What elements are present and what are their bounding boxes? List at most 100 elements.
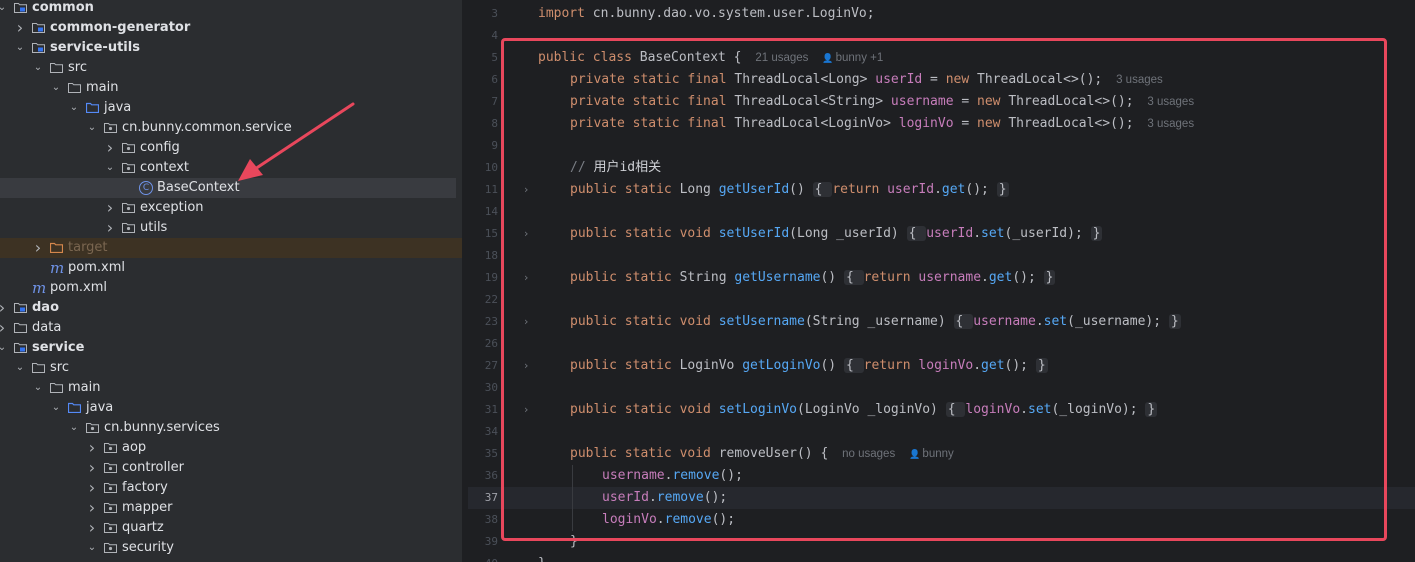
tree-item[interactable]: m pom.xml	[0, 258, 462, 278]
chevron-right-icon[interactable]: ›	[14, 18, 26, 38]
package-icon	[104, 542, 117, 553]
chevron-right-icon[interactable]: ›	[86, 438, 98, 458]
tree-item[interactable]: › aop	[0, 438, 462, 458]
chevron-right-icon[interactable]: ›	[0, 318, 8, 338]
tree-item[interactable]: m pom.xml	[0, 278, 462, 298]
line-number: 30	[484, 381, 498, 394]
source-folder-icon	[86, 102, 99, 113]
excluded-folder-icon	[50, 242, 63, 253]
tree-item-label: context	[140, 160, 189, 175]
maven-icon: m	[32, 279, 47, 297]
line-number: 3	[491, 7, 498, 20]
module-folder-icon	[32, 22, 45, 33]
tree-item-label: config	[140, 140, 180, 155]
chevron-down-icon[interactable]: ⌄	[50, 78, 62, 98]
chevron-right-icon[interactable]: ›	[86, 518, 98, 538]
folder-icon	[68, 82, 81, 93]
tree-item[interactable]: › exception	[0, 198, 462, 218]
tree-item-label: controller	[122, 460, 185, 475]
tree-item[interactable]: C BaseContext	[0, 178, 456, 198]
tree-item-label: java	[104, 100, 132, 115]
tree-item[interactable]: ⌄ service	[0, 338, 462, 358]
line-number: 27	[484, 359, 498, 372]
line-number: 40	[468, 553, 498, 562]
chevron-right-icon[interactable]: ›	[86, 478, 98, 498]
chevron-down-icon[interactable]: ⌄	[104, 158, 116, 178]
tree-item[interactable]: › controller	[0, 458, 462, 478]
module-folder-icon	[14, 2, 27, 13]
tree-item[interactable]: › quartz	[0, 518, 462, 538]
tree-item-label: cn.bunny.services	[104, 420, 220, 435]
chevron-right-icon[interactable]: ›	[0, 298, 8, 318]
package-icon	[86, 422, 99, 433]
chevron-down-icon[interactable]: ⌄	[86, 538, 98, 558]
chevron-right-icon[interactable]: ›	[32, 238, 44, 258]
folder-icon	[50, 382, 63, 393]
package-icon	[104, 482, 117, 493]
tree-item-label: main	[68, 380, 101, 395]
chevron-down-icon[interactable]: ⌄	[86, 118, 98, 138]
chevron-down-icon[interactable]: ⌄	[68, 418, 80, 438]
tree-item[interactable]: › target	[0, 238, 462, 258]
package-icon	[122, 222, 135, 233]
tree-item[interactable]: › utils	[0, 218, 462, 238]
line-number: 23	[484, 315, 498, 328]
tree-item[interactable]: ⌄ common	[0, 0, 462, 18]
line-number: 11	[484, 183, 498, 196]
tree-item-label: exception	[140, 200, 204, 215]
tree-item[interactable]: ⌄ src	[0, 358, 462, 378]
chevron-right-icon[interactable]: ›	[104, 198, 116, 218]
chevron-down-icon[interactable]: ⌄	[50, 398, 62, 418]
tree-item-label: mapper	[122, 500, 173, 515]
tree-item-label: service	[32, 340, 85, 355]
line-number: 6	[491, 73, 498, 86]
maven-icon: m	[50, 259, 65, 277]
tree-item[interactable]: › factory	[0, 478, 462, 498]
class-icon: C	[139, 181, 153, 195]
chevron-down-icon[interactable]: ⌄	[32, 58, 44, 78]
annotation-highlight-box	[501, 38, 1387, 541]
tree-item[interactable]: ⌄ java	[0, 398, 462, 418]
code-token: }	[538, 556, 546, 562]
chevron-down-icon[interactable]: ⌄	[14, 38, 26, 58]
tree-item-label: aop	[122, 440, 147, 455]
line-number: 34	[484, 425, 498, 438]
code-token: import	[538, 6, 593, 21]
line-number: 22	[484, 293, 498, 306]
tree-item[interactable]: › common-generator	[0, 18, 462, 38]
package-icon	[122, 162, 135, 173]
tree-item[interactable]: › mapper	[0, 498, 462, 518]
chevron-right-icon[interactable]: ›	[104, 218, 116, 238]
line-number: 5	[491, 51, 498, 64]
code-line[interactable]: import cn.bunny.dao.vo.system.user.Login…	[538, 3, 875, 25]
tree-item[interactable]: ⌄ src	[0, 58, 462, 78]
chevron-right-icon[interactable]: ›	[86, 458, 98, 478]
chevron-down-icon[interactable]: ⌄	[0, 338, 8, 358]
chevron-down-icon[interactable]: ⌄	[32, 378, 44, 398]
tree-item[interactable]: ⌄ cn.bunny.services	[0, 418, 462, 438]
tree-item-label: quartz	[122, 520, 164, 535]
line-number: 8	[491, 117, 498, 130]
line-number: 36	[484, 469, 498, 482]
chevron-down-icon[interactable]: ⌄	[0, 0, 8, 18]
tree-item-label: security	[122, 540, 174, 555]
line-number: 9	[491, 139, 498, 152]
chevron-right-icon[interactable]: ›	[86, 498, 98, 518]
tree-item-label: utils	[140, 220, 168, 235]
chevron-down-icon[interactable]: ⌄	[68, 98, 80, 118]
line-number: 18	[484, 249, 498, 262]
chevron-right-icon[interactable]: ›	[104, 138, 116, 158]
chevron-down-icon[interactable]: ⌄	[14, 358, 26, 378]
package-icon	[104, 122, 117, 133]
tree-item-label: common	[32, 0, 94, 15]
line-number: 26	[484, 337, 498, 350]
line-number: 7	[491, 95, 498, 108]
tree-item[interactable]: ⌄ service-utils	[0, 38, 462, 58]
code-line[interactable]: }	[538, 553, 546, 562]
tree-item[interactable]: › data	[0, 318, 462, 338]
tree-item[interactable]: ⌄ main	[0, 378, 462, 398]
line-number: 19	[484, 271, 498, 284]
tree-item-label: factory	[122, 480, 168, 495]
tree-item[interactable]: ⌄ security	[0, 538, 462, 558]
tree-item[interactable]: › dao	[0, 298, 462, 318]
